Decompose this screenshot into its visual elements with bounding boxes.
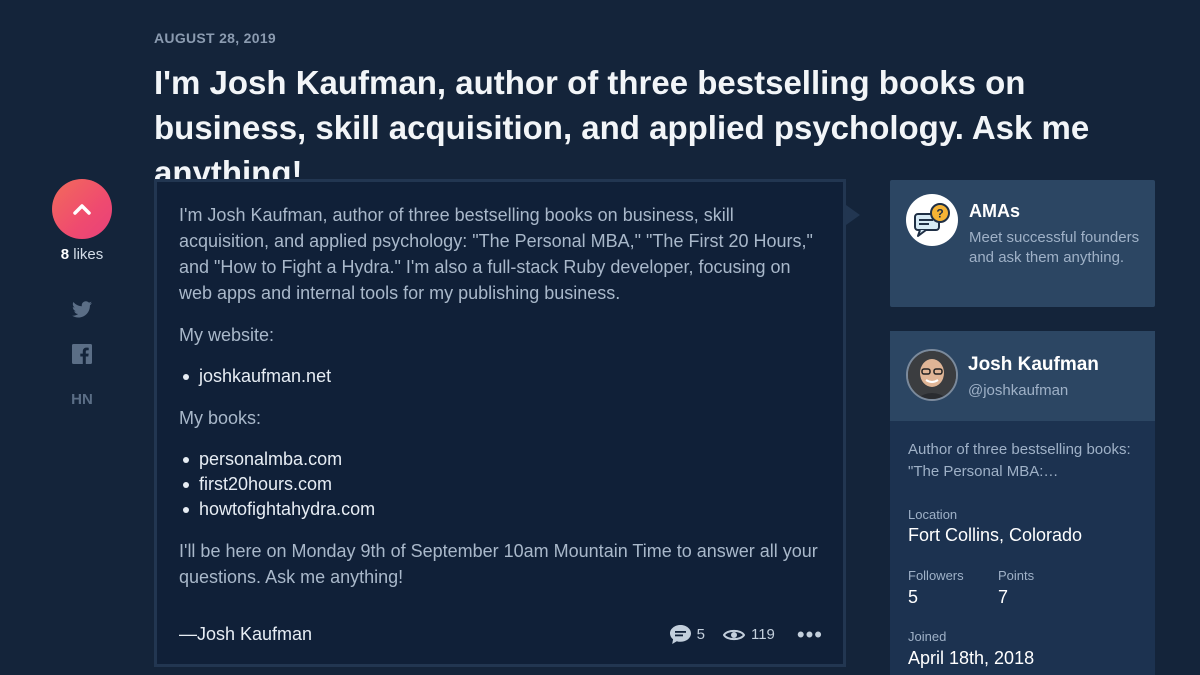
followers-label: Followers (908, 568, 964, 583)
book-link[interactable]: howtofightahydra.com (199, 499, 375, 519)
likes-number: 8 (60, 246, 70, 263)
avatar-portrait (908, 351, 956, 399)
post-title: I'm Josh Kaufman, author of three bestse… (154, 64, 1090, 191)
likes-count: 8 likes (40, 246, 124, 263)
share-facebook-button[interactable] (70, 342, 94, 366)
eye-icon (722, 629, 745, 640)
profile-header: Josh Kaufman @joshkaufman (890, 331, 1155, 421)
comment-icon (669, 625, 691, 644)
post-signature: —Josh Kaufman (179, 624, 313, 644)
post-meta: 5 119 ••• (660, 623, 823, 645)
website-list: joshkaufman.net (183, 364, 819, 389)
avatar[interactable] (906, 349, 958, 401)
book-link[interactable]: personalmba.com (199, 449, 342, 469)
ama-icon-wrap: ? (906, 194, 958, 246)
chat-question-icon: ? (914, 203, 950, 237)
facebook-icon (72, 344, 92, 364)
post-date: AUGUST 28, 2019 (154, 30, 276, 46)
share-twitter-button[interactable] (70, 297, 94, 321)
ama-card[interactable]: ? AMAs Meet successful founders and ask … (890, 180, 1155, 307)
location-label: Location (908, 507, 958, 522)
list-item: joshkaufman.net (183, 364, 819, 389)
views-count: 119 (750, 626, 775, 643)
post-body: I'm Josh Kaufman, author of three bestse… (179, 202, 819, 606)
upvote-button[interactable] (52, 179, 112, 239)
list-item: personalmba.com (183, 447, 819, 472)
profile-name[interactable]: Josh Kaufman (968, 354, 1099, 376)
share-hn-button[interactable]: HN (70, 387, 94, 411)
points-label: Points (998, 568, 1035, 583)
svg-text:?: ? (936, 207, 943, 221)
joined-value: April 18th, 2018 (908, 648, 1035, 668)
list-item: first20hours.com (183, 472, 819, 497)
book-link[interactable]: first20hours.com (199, 474, 332, 494)
post-closing: I'll be here on Monday 9th of September … (179, 541, 818, 587)
profile-bio: Author of three bestselling books: "The … (908, 441, 1131, 480)
website-link[interactable]: joshkaufman.net (199, 366, 331, 386)
list-item: howtofightahydra.com (183, 497, 819, 522)
ama-description: Meet successful founders and ask them an… (969, 229, 1140, 266)
profile-card: Josh Kaufman @joshkaufman Author of thre… (890, 331, 1155, 675)
website-label: My website: (179, 325, 275, 345)
location-value: Fort Collins, Colorado (908, 525, 1083, 545)
views-indicator: 119 (722, 626, 775, 643)
post-card-pointer (846, 205, 860, 225)
chevron-up-icon (73, 204, 91, 215)
books-list: personalmba.com first20hours.com howtofi… (183, 447, 819, 522)
comments-button[interactable]: 5 (669, 625, 705, 644)
likes-label: likes (73, 246, 104, 263)
ama-title: AMAs (969, 201, 1021, 221)
more-options-button[interactable]: ••• (797, 623, 823, 645)
joined-label: Joined (908, 629, 947, 644)
twitter-icon (72, 300, 92, 317)
points-value: 7 (998, 587, 1009, 607)
comments-count: 5 (696, 626, 705, 643)
post-card: I'm Josh Kaufman, author of three bestse… (154, 179, 846, 667)
post-intro: I'm Josh Kaufman, author of three bestse… (179, 205, 813, 303)
books-label: My books: (179, 408, 262, 428)
followers-value[interactable]: 5 (908, 587, 918, 608)
profile-handle: @joshkaufman (968, 382, 1069, 399)
